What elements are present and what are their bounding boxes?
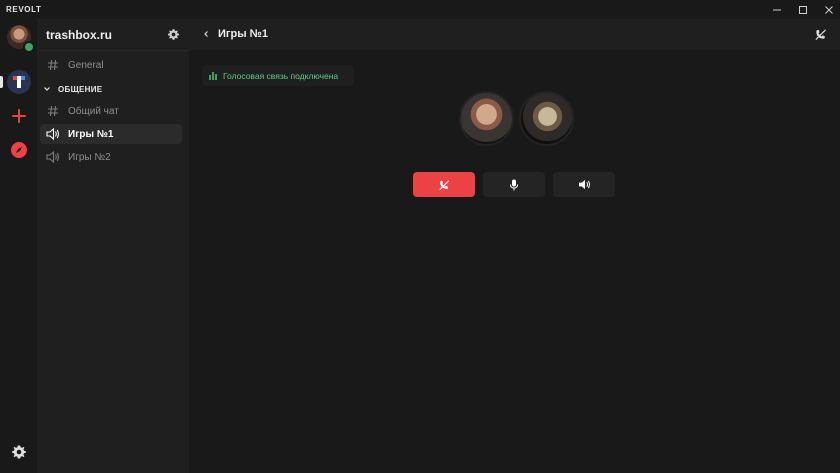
channel-label: Игры №1 <box>68 128 114 140</box>
server-settings-button[interactable] <box>165 26 181 42</box>
mute-microphone-button[interactable] <box>483 172 545 197</box>
hangup-icon <box>815 29 827 41</box>
gear-icon <box>167 28 179 40</box>
server-rail <box>0 19 37 473</box>
hash-icon <box>45 57 61 73</box>
maximize-icon <box>799 5 807 14</box>
app-name: REVOLT <box>6 5 42 14</box>
speaker-icon <box>578 179 590 190</box>
channel-label: General <box>68 59 104 71</box>
channel-general[interactable]: General <box>40 55 182 75</box>
settings-button[interactable] <box>7 440 31 464</box>
participant-avatar[interactable] <box>459 91 514 146</box>
minimize-button[interactable] <box>764 0 790 19</box>
microphone-icon <box>510 179 518 190</box>
hangup-icon <box>439 179 450 190</box>
active-server-indicator <box>0 76 3 88</box>
leave-call-button[interactable] <box>812 26 829 43</box>
disconnect-button[interactable] <box>413 172 475 197</box>
trashbox-logo-icon <box>13 76 25 88</box>
channel-label: Игры №2 <box>68 151 111 163</box>
close-icon <box>825 5 833 14</box>
voice-status-badge: Голосовая связь подключена <box>202 65 354 86</box>
category-header[interactable]: ОБЩЕНИЕ <box>43 83 102 95</box>
deafen-button[interactable] <box>553 172 615 197</box>
server-icon-trashbox[interactable] <box>7 70 31 94</box>
server-header[interactable]: trashbox.ru <box>37 19 189 51</box>
minimize-icon <box>773 9 781 10</box>
category-label: ОБЩЕНИЕ <box>58 84 103 94</box>
channel-label: Общий чат <box>68 105 119 117</box>
voice-channel-view: Игры №1 Голосовая связь подключена <box>189 19 840 473</box>
online-status-indicator <box>23 41 35 53</box>
channel-header: Игры №1 <box>189 19 840 50</box>
title-bar: REVOLT <box>0 0 840 19</box>
channel-obshchiy-chat[interactable]: Общий чат <box>40 101 182 121</box>
hash-icon <box>45 103 61 119</box>
participant-avatar[interactable] <box>519 91 574 146</box>
gear-icon <box>12 445 26 459</box>
plus-icon <box>12 109 26 123</box>
speaker-icon <box>45 126 61 142</box>
discover-button[interactable] <box>7 138 31 162</box>
compass-icon <box>11 142 27 158</box>
speaker-icon <box>45 149 61 165</box>
close-button[interactable] <box>816 0 840 19</box>
channel-igry-2[interactable]: Игры №2 <box>40 147 182 167</box>
channel-igry-1[interactable]: Игры №1 <box>40 124 182 144</box>
add-server-button[interactable] <box>7 104 31 128</box>
channel-title: Игры №1 <box>218 28 269 40</box>
maximize-button[interactable] <box>790 0 816 19</box>
back-button[interactable] <box>200 28 212 40</box>
server-name: trashbox.ru <box>46 28 113 42</box>
chevron-down-icon <box>44 87 50 91</box>
voice-status-text: Голосовая связь подключена <box>223 70 339 81</box>
chevron-left-icon <box>204 31 208 37</box>
channel-sidebar: trashbox.ru General ОБЩЕНИЕ Общий чат Иг… <box>37 19 189 473</box>
signal-bars-icon <box>209 71 218 80</box>
